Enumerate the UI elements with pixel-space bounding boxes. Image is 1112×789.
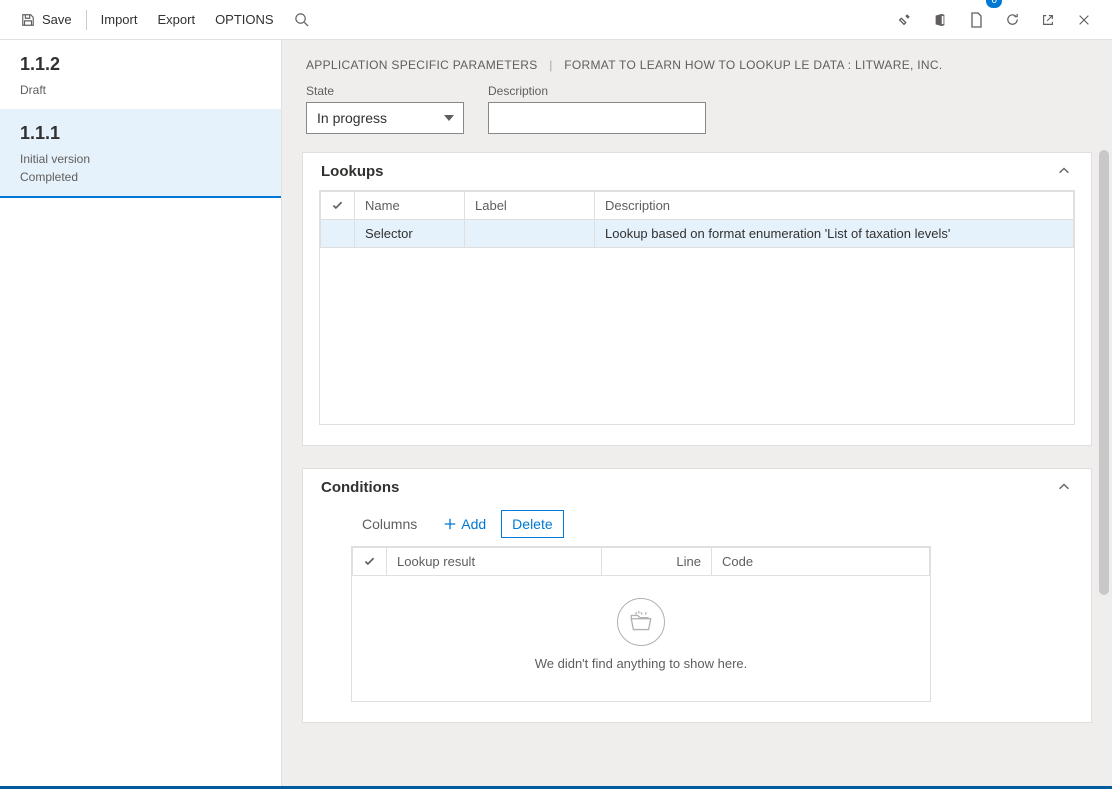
close-button[interactable] [1066, 0, 1102, 40]
plug-icon [896, 12, 912, 28]
empty-message: We didn't find anything to show here. [352, 656, 930, 671]
add-button[interactable]: Add [432, 510, 497, 538]
description-field: Description [488, 84, 706, 134]
add-label: Add [461, 516, 486, 532]
content-pane: APPLICATION SPECIFIC PARAMETERS | FORMAT… [282, 40, 1112, 786]
version-title: 1.1.2 [20, 54, 265, 75]
plus-icon [443, 517, 457, 531]
notifications-button[interactable]: 0 [958, 0, 994, 40]
col-code[interactable]: Code [712, 548, 930, 576]
refresh-icon [1004, 12, 1020, 28]
close-icon [1076, 12, 1092, 28]
lookups-title: Lookups [321, 163, 384, 180]
top-toolbar: Save Import Export OPTIONS 0 [0, 0, 1112, 40]
popout-button[interactable] [1030, 0, 1066, 40]
row-selector[interactable] [321, 220, 355, 248]
columns-label: Columns [362, 516, 417, 532]
col-lookup-result[interactable]: Lookup result [387, 548, 602, 576]
version-status: Completed [20, 168, 265, 186]
lookups-grid: Name Label Description Selector [319, 190, 1075, 425]
breadcrumb-part: APPLICATION SPECIFIC PARAMETERS [306, 58, 538, 72]
conditions-grid: Lookup result Line Code We didn't find a… [351, 546, 931, 702]
breadcrumb-separator: | [549, 58, 552, 72]
col-name[interactable]: Name [355, 192, 465, 220]
search-icon [294, 12, 310, 28]
state-field: State In progress [306, 84, 464, 134]
state-select[interactable]: In progress [306, 102, 464, 134]
select-all-header[interactable] [321, 192, 355, 220]
version-title: 1.1.1 [20, 123, 265, 144]
office-button[interactable] [922, 0, 958, 40]
state-label: State [306, 84, 464, 98]
conditions-header[interactable]: Conditions [303, 469, 1091, 506]
version-status: Draft [20, 81, 265, 99]
delete-label: Delete [512, 516, 552, 532]
cell-name: Selector [355, 220, 465, 248]
lookups-header[interactable]: Lookups [303, 153, 1091, 190]
save-icon [20, 12, 36, 28]
options-button[interactable]: OPTIONS [205, 0, 284, 40]
chevron-up-icon [1057, 164, 1073, 180]
empty-state: We didn't find anything to show here. [352, 576, 930, 701]
version-item[interactable]: 1.1.2 Draft [0, 40, 281, 109]
delete-button[interactable]: Delete [501, 510, 563, 538]
col-description[interactable]: Description [595, 192, 1074, 220]
export-button[interactable]: Export [147, 0, 205, 40]
office-icon [932, 12, 948, 28]
breadcrumb-part: FORMAT TO LEARN HOW TO LOOKUP LE DATA : … [564, 58, 942, 72]
description-label: Description [488, 84, 706, 98]
conditions-panel: Conditions Columns Add De [302, 468, 1092, 723]
scrollbar[interactable] [1099, 150, 1109, 595]
save-button[interactable]: Save [10, 0, 82, 40]
conditions-title: Conditions [321, 479, 399, 496]
version-item[interactable]: 1.1.1 Initial version Completed [0, 109, 281, 198]
chevron-up-icon [1057, 480, 1073, 496]
cell-label [465, 220, 595, 248]
version-desc: Initial version [20, 150, 265, 168]
document-icon [968, 12, 984, 28]
col-line[interactable]: Line [602, 548, 712, 576]
options-label: OPTIONS [215, 12, 274, 27]
columns-button[interactable]: Columns [351, 510, 428, 538]
toolbar-separator [86, 10, 87, 30]
description-input[interactable] [488, 102, 706, 134]
search-button[interactable] [284, 0, 320, 40]
table-row[interactable]: Selector Lookup based on format enumerat… [321, 220, 1074, 248]
col-label[interactable]: Label [465, 192, 595, 220]
import-label: Import [101, 12, 138, 27]
lookups-panel: Lookups Name [302, 152, 1092, 446]
connect-button[interactable] [886, 0, 922, 40]
export-label: Export [157, 12, 195, 27]
popout-icon [1040, 12, 1056, 28]
import-button[interactable]: Import [91, 0, 148, 40]
select-all-header[interactable] [353, 548, 387, 576]
save-label: Save [42, 12, 72, 27]
version-sidebar: 1.1.2 Draft 1.1.1 Initial version Comple… [0, 40, 282, 786]
breadcrumb: APPLICATION SPECIFIC PARAMETERS | FORMAT… [282, 40, 1112, 78]
conditions-toolbar: Columns Add Delete [319, 506, 1075, 546]
empty-folder-icon [617, 598, 665, 646]
cell-description: Lookup based on format enumeration 'List… [595, 220, 1074, 248]
